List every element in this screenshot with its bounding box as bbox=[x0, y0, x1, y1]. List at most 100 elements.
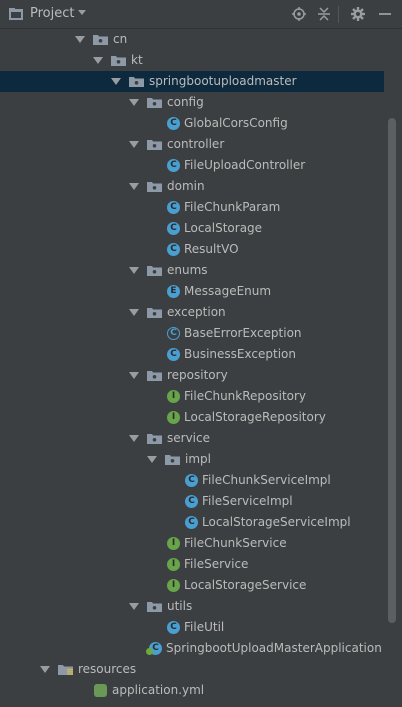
tree-item-label: enums bbox=[167, 263, 208, 277]
chevron-down-icon[interactable] bbox=[78, 10, 86, 16]
tree-item[interactable]: C FileChunkServiceImpl bbox=[0, 470, 384, 491]
tree-item[interactable]: impl bbox=[0, 449, 384, 470]
tree-item[interactable]: resources bbox=[0, 659, 384, 680]
expand-arrow-icon[interactable] bbox=[111, 78, 121, 85]
tree-item[interactable]: C GlobalCorsConfig bbox=[0, 113, 384, 134]
package-folder-icon bbox=[129, 76, 144, 87]
tree-item[interactable]: C LocalStorage bbox=[0, 218, 384, 239]
class-icon: C bbox=[167, 222, 180, 235]
tree-item[interactable]: C FileServiceImpl bbox=[0, 491, 384, 512]
tree-item[interactable]: C LocalStorageServiceImpl bbox=[0, 512, 384, 533]
package-folder-icon bbox=[147, 370, 162, 381]
tree-item-label: BaseErrorException bbox=[184, 326, 302, 340]
tree-item[interactable]: controller bbox=[0, 134, 384, 155]
expand-arrow-icon[interactable] bbox=[75, 36, 85, 43]
package-folder-icon bbox=[147, 265, 162, 276]
package-folder-icon bbox=[147, 139, 162, 150]
collapse-all-icon[interactable] bbox=[317, 7, 331, 21]
project-icon bbox=[9, 8, 23, 20]
tree-item-label: FileChunkRepository bbox=[184, 389, 307, 403]
tree-item-label: FileChunkServiceImpl bbox=[202, 473, 331, 487]
tree-item[interactable]: config bbox=[0, 92, 384, 113]
class-icon: C bbox=[185, 495, 198, 508]
hide-icon[interactable] bbox=[378, 7, 392, 21]
tree-item-label: LocalStorageRepository bbox=[184, 410, 326, 424]
tree-item-label: utils bbox=[167, 599, 193, 613]
tree-item[interactable]: C BaseErrorException bbox=[0, 323, 384, 344]
tree-item-label: application.yml bbox=[112, 683, 205, 697]
gear-icon[interactable] bbox=[351, 7, 365, 21]
tree-item-label: MessageEnum bbox=[184, 284, 272, 298]
tree-item[interactable]: domin bbox=[0, 176, 384, 197]
tree-item[interactable]: kt bbox=[0, 50, 384, 71]
tree-item[interactable]: C FileUtil bbox=[0, 617, 384, 638]
tree-item[interactable]: C FileChunkParam bbox=[0, 197, 384, 218]
tree-item[interactable]: I LocalStorageService bbox=[0, 575, 384, 596]
tree-item[interactable]: enums bbox=[0, 260, 384, 281]
enum-icon: E bbox=[167, 285, 180, 298]
tree-item[interactable]: I LocalStorageRepository bbox=[0, 407, 384, 428]
expand-arrow-icon[interactable] bbox=[129, 183, 139, 190]
tree-item-label: ResultVO bbox=[184, 242, 239, 256]
spring-application-icon: C bbox=[146, 642, 162, 655]
expand-arrow-icon[interactable] bbox=[129, 603, 139, 610]
tree-item[interactable]: I FileService bbox=[0, 554, 384, 575]
expand-arrow-icon[interactable] bbox=[129, 435, 139, 442]
tree-item-label: controller bbox=[167, 137, 225, 151]
expand-arrow-icon[interactable] bbox=[129, 309, 139, 316]
tree-item-label: FileChunkService bbox=[184, 536, 287, 550]
tree-item[interactable]: cn bbox=[0, 29, 384, 50]
locate-icon[interactable] bbox=[292, 7, 306, 21]
tree-item-label: SpringbootUploadMasterApplication bbox=[166, 641, 382, 655]
expand-arrow-icon[interactable] bbox=[147, 456, 157, 463]
tree-item[interactable]: C SpringbootUploadMasterApplication bbox=[0, 638, 384, 659]
resources-folder-icon bbox=[58, 664, 73, 675]
tree-item[interactable]: C FileUploadController bbox=[0, 155, 384, 176]
tree-item-label: repository bbox=[167, 368, 228, 382]
class-icon: C bbox=[185, 516, 198, 529]
package-folder-icon bbox=[147, 181, 162, 192]
tree-item[interactable]: application.yml bbox=[0, 680, 384, 701]
tree-item-label: FileUploadController bbox=[184, 158, 306, 172]
tree-item[interactable]: C BusinessException bbox=[0, 344, 384, 365]
class-icon: C bbox=[167, 243, 180, 256]
tree-item-label: BusinessException bbox=[184, 347, 296, 361]
expand-arrow-icon[interactable] bbox=[129, 372, 139, 379]
tree-item-label: service bbox=[167, 431, 210, 445]
tree-item[interactable]: springbootuploadmaster bbox=[0, 71, 384, 92]
tree-item-label: LocalStorage bbox=[184, 221, 263, 235]
class-icon: C bbox=[167, 348, 180, 361]
package-folder-icon bbox=[147, 433, 162, 444]
tree-item-label: impl bbox=[185, 452, 211, 466]
tree-item-label: resources bbox=[78, 662, 137, 676]
tree-item-label: exception bbox=[167, 305, 226, 319]
scrollbar-thumb[interactable] bbox=[388, 118, 396, 623]
tree-item[interactable]: E MessageEnum bbox=[0, 281, 384, 302]
package-folder-icon bbox=[165, 454, 180, 465]
interface-icon: I bbox=[167, 411, 180, 424]
tree-item[interactable]: utils bbox=[0, 596, 384, 617]
tree-item-label: domin bbox=[167, 179, 205, 193]
tree-item-label: FileServiceImpl bbox=[202, 494, 293, 508]
package-folder-icon bbox=[147, 307, 162, 318]
expand-arrow-icon[interactable] bbox=[129, 141, 139, 148]
tree-item-label: LocalStorageService bbox=[184, 578, 307, 592]
interface-icon: I bbox=[167, 579, 180, 592]
class-icon: C bbox=[167, 201, 180, 214]
expand-arrow-icon[interactable] bbox=[129, 267, 139, 274]
expand-arrow-icon[interactable] bbox=[93, 57, 103, 64]
tree-item[interactable]: service bbox=[0, 428, 384, 449]
tree-item-label: kt bbox=[131, 53, 143, 67]
tree-item[interactable]: exception bbox=[0, 302, 384, 323]
expand-arrow-icon[interactable] bbox=[129, 99, 139, 106]
project-toolbar: Project bbox=[0, 0, 402, 29]
tree-item[interactable]: C ResultVO bbox=[0, 239, 384, 260]
expand-arrow-icon[interactable] bbox=[40, 666, 50, 673]
tree-item-label: FileService bbox=[184, 557, 249, 571]
interface-icon: I bbox=[167, 537, 180, 550]
tree-item[interactable]: I FileChunkService bbox=[0, 533, 384, 554]
project-view-title[interactable]: Project bbox=[30, 6, 74, 21]
project-tree: cn kt springbootuploadmaster config C GlobalC… bbox=[0, 29, 384, 707]
tree-item[interactable]: I FileChunkRepository bbox=[0, 386, 384, 407]
tree-item[interactable]: repository bbox=[0, 365, 384, 386]
